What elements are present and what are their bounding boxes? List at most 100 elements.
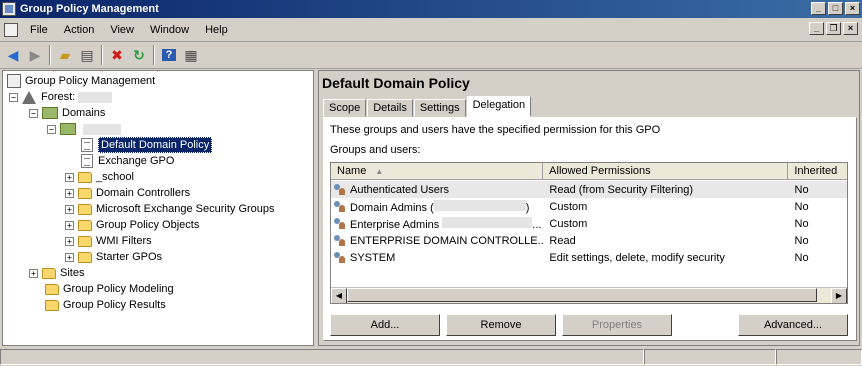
forest-icon <box>22 90 36 104</box>
properties-icon[interactable]: ▦ <box>180 44 202 66</box>
tree-item-label: Exchange GPO <box>98 155 175 167</box>
row-name: SYSTEM <box>350 251 396 264</box>
help-icon[interactable]: ? <box>158 44 180 66</box>
ou-folder-icon <box>78 203 92 215</box>
expand-icon[interactable]: + <box>65 188 74 198</box>
expand-icon[interactable]: + <box>65 236 74 246</box>
scroll-thumb[interactable] <box>347 288 817 302</box>
toolbar-separator <box>49 45 51 65</box>
column-inherited[interactable]: Inherited <box>788 163 847 180</box>
remove-button[interactable]: Remove <box>446 314 556 336</box>
modeling-icon <box>45 283 59 295</box>
refresh-icon[interactable]: ↻ <box>128 44 150 66</box>
tree-item-label: Group Policy Results <box>63 299 166 311</box>
tree-item-group-policy-objects[interactable]: + Group Policy Objects <box>65 217 199 233</box>
scroll-right-icon[interactable]: ▶ <box>831 288 847 303</box>
add-button[interactable]: Add... <box>330 314 440 336</box>
expand-icon[interactable]: + <box>65 172 74 182</box>
wmi-folder-icon <box>78 235 92 247</box>
tree-root[interactable]: Group Policy Management <box>7 73 155 89</box>
forward-arrow-icon[interactable]: ▶ <box>24 44 46 66</box>
redacted-text <box>442 216 533 228</box>
tree-item-exchange-gpo[interactable]: Exchange GPO <box>81 153 174 169</box>
tab-settings[interactable]: Settings <box>413 99 466 117</box>
row-permission: Read (from Security Filtering) <box>549 183 694 196</box>
advanced-button[interactable]: Advanced... <box>738 314 848 336</box>
permissions-list: Name ▲ Allowed Permissions Inherited Aut… <box>330 162 848 304</box>
user-group-icon <box>333 200 347 213</box>
expand-icon[interactable]: + <box>29 268 38 278</box>
menu-view[interactable]: View <box>102 22 142 38</box>
scroll-left-icon[interactable]: ◀ <box>331 288 347 303</box>
back-arrow-icon[interactable]: ◀ <box>2 44 24 66</box>
menu-help[interactable]: Help <box>197 22 236 38</box>
table-row[interactable]: SYSTEM Edit settings, delete, modify sec… <box>331 249 847 266</box>
properties-button[interactable]: Properties <box>562 314 672 336</box>
tree-forest[interactable]: − Forest: <box>9 89 113 105</box>
tree-domains[interactable]: − Domains <box>29 105 105 121</box>
mmc-system-icon[interactable] <box>4 22 18 37</box>
menu-file[interactable]: File <box>22 22 56 38</box>
delete-icon[interactable]: ✖ <box>106 44 128 66</box>
column-allowed-permissions[interactable]: Allowed Permissions <box>543 163 789 180</box>
tree-item-domain-controllers[interactable]: + Domain Controllers <box>65 185 190 201</box>
collapse-icon[interactable]: − <box>29 108 38 118</box>
menu-action[interactable]: Action <box>56 22 103 38</box>
tree-group-policy-results[interactable]: Group Policy Results <box>45 297 166 313</box>
toolbar-separator <box>153 45 155 65</box>
tree-item-default-domain-policy[interactable]: Default Domain Policy <box>81 137 213 153</box>
row-inherited: No <box>794 200 809 213</box>
tree-item-label: WMI Filters <box>96 235 152 247</box>
table-row[interactable]: ENTERPRISE DOMAIN CONTROLLE... Read No <box>331 232 847 249</box>
tab-delegation[interactable]: Delegation <box>466 96 532 117</box>
ou-folder-icon <box>78 187 92 199</box>
results-icon <box>45 299 59 311</box>
tree-sites[interactable]: + Sites <box>29 265 84 281</box>
scroll-track[interactable] <box>347 288 831 303</box>
collapse-icon[interactable]: − <box>47 124 56 134</box>
table-row[interactable]: Enterprise Admins... Custom No <box>331 215 847 232</box>
child-restore-button[interactable]: ❐ <box>826 22 841 35</box>
up-folder-icon[interactable]: ▰ <box>54 44 76 66</box>
tree-item-label: Domain Controllers <box>96 187 191 199</box>
tree-item-label: _school <box>96 171 134 183</box>
expand-icon[interactable]: + <box>65 204 74 214</box>
column-name[interactable]: Name ▲ <box>331 163 544 180</box>
tab-details[interactable]: Details <box>367 99 413 117</box>
menu-window[interactable]: Window <box>142 22 197 38</box>
row-name: Authenticated Users <box>350 183 450 196</box>
tree-item-school[interactable]: + _school <box>65 169 134 185</box>
row-inherited: No <box>794 183 809 196</box>
collapse-icon[interactable]: − <box>9 92 18 102</box>
tree-item-label: Microsoft Exchange Security Groups <box>96 203 275 215</box>
menu-bar: File Action View Window Help _ ❐ × <box>0 18 862 42</box>
user-group-icon <box>333 217 347 230</box>
tab-scope[interactable]: Scope <box>323 99 367 117</box>
tree-domain[interactable]: − <box>47 121 121 137</box>
groups-users-label: Groups and users: <box>330 144 421 156</box>
window-controls: _ □ × <box>811 2 860 15</box>
redacted-text <box>433 199 526 211</box>
minimize-button[interactable]: _ <box>811 2 826 15</box>
tree-item-exchange-security-groups[interactable]: + Microsoft Exchange Security Groups <box>65 201 275 217</box>
tree-item-wmi-filters[interactable]: + WMI Filters <box>65 233 152 249</box>
tree-item-starter-gpos[interactable]: + Starter GPOs <box>65 249 162 265</box>
delegation-description: These groups and users have the specifie… <box>330 124 661 136</box>
table-row[interactable]: Domain Admins () Custom No <box>331 198 847 215</box>
child-close-button[interactable]: × <box>843 22 858 35</box>
tree-item-label: Starter GPOs <box>96 251 163 263</box>
close-button[interactable]: × <box>845 2 860 15</box>
tree-group-policy-modeling[interactable]: Group Policy Modeling <box>45 281 174 297</box>
expand-icon[interactable]: + <box>65 252 74 262</box>
sort-ascending-icon: ▲ <box>375 167 384 176</box>
show-hide-tree-icon[interactable]: ▤ <box>76 44 98 66</box>
maximize-button[interactable]: □ <box>828 2 843 15</box>
expand-icon[interactable]: + <box>65 220 74 230</box>
horizontal-scrollbar[interactable]: ◀ ▶ <box>331 287 847 303</box>
child-minimize-button[interactable]: _ <box>809 22 824 35</box>
table-row[interactable]: Authenticated Users Read (from Security … <box>331 181 847 198</box>
status-panel-2 <box>644 349 776 365</box>
row-name-text: Domain Admins ( <box>350 201 434 214</box>
gpm-icon <box>7 74 21 88</box>
row-name: ENTERPRISE DOMAIN CONTROLLE... <box>350 234 544 247</box>
